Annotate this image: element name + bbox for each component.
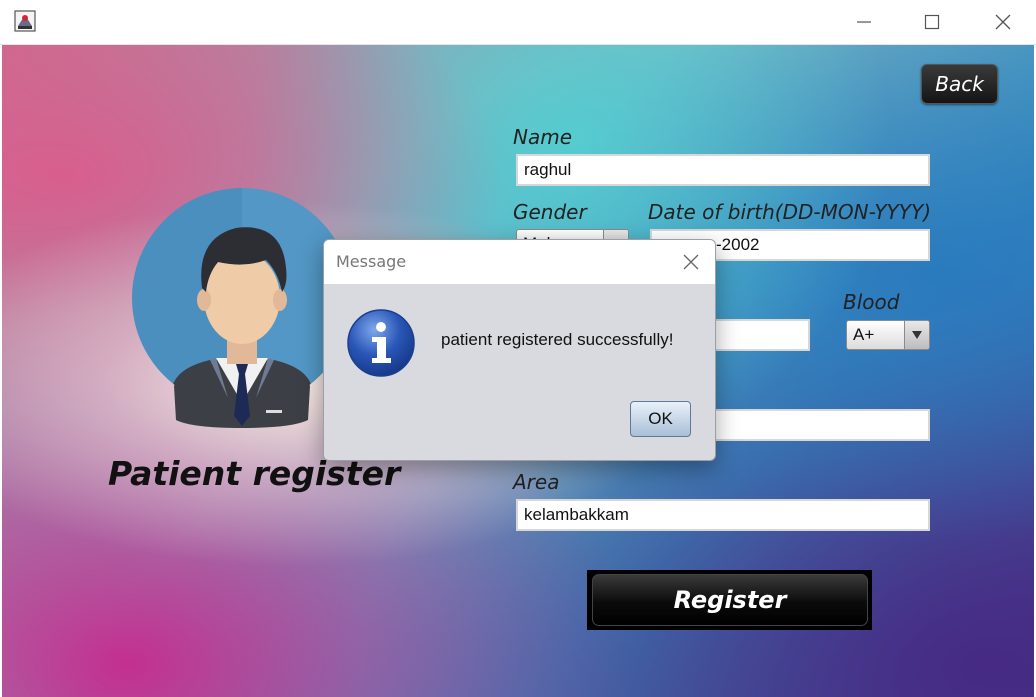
- message-dialog: Message patient registered successfully!…: [323, 239, 716, 461]
- dialog-title-bar: Message: [324, 240, 715, 284]
- blood-select[interactable]: A+: [846, 320, 930, 350]
- register-button[interactable]: Register: [592, 574, 868, 626]
- info-icon: [347, 309, 415, 377]
- dialog-message: patient registered successfully!: [441, 330, 674, 349]
- ok-button[interactable]: OK: [630, 401, 691, 437]
- maximize-icon: [924, 14, 940, 30]
- dialog-title: Message: [336, 252, 407, 271]
- area-label: Area: [513, 470, 560, 494]
- close-icon: [683, 254, 699, 270]
- gender-label: Gender: [513, 200, 587, 224]
- patient-avatar-icon: [132, 188, 352, 428]
- dob-field-value: -2002: [716, 235, 760, 254]
- name-label: Name: [513, 125, 573, 149]
- area-field[interactable]: kelambakkam: [516, 499, 930, 531]
- maximize-button[interactable]: [914, 8, 950, 36]
- hidden-field-phone[interactable]: [700, 409, 930, 441]
- minimize-button[interactable]: [846, 8, 882, 36]
- close-icon: [995, 14, 1011, 30]
- title-bar: [0, 0, 1036, 45]
- java-app-icon: [14, 10, 36, 32]
- dialog-close-button[interactable]: [677, 248, 705, 276]
- app-window: Back Patient register Name raghul Gender…: [0, 0, 1036, 697]
- close-window-button[interactable]: [985, 8, 1021, 36]
- dob-label: Date of birth(DD-MON-YYYY): [648, 200, 931, 224]
- hidden-field-age[interactable]: [700, 319, 810, 351]
- blood-select-value: A+: [853, 325, 875, 344]
- chevron-down-icon: [904, 321, 929, 349]
- blood-label: Blood: [843, 290, 900, 314]
- back-button[interactable]: Back: [921, 64, 998, 104]
- name-field[interactable]: raghul: [516, 154, 930, 186]
- minimize-icon: [857, 21, 871, 23]
